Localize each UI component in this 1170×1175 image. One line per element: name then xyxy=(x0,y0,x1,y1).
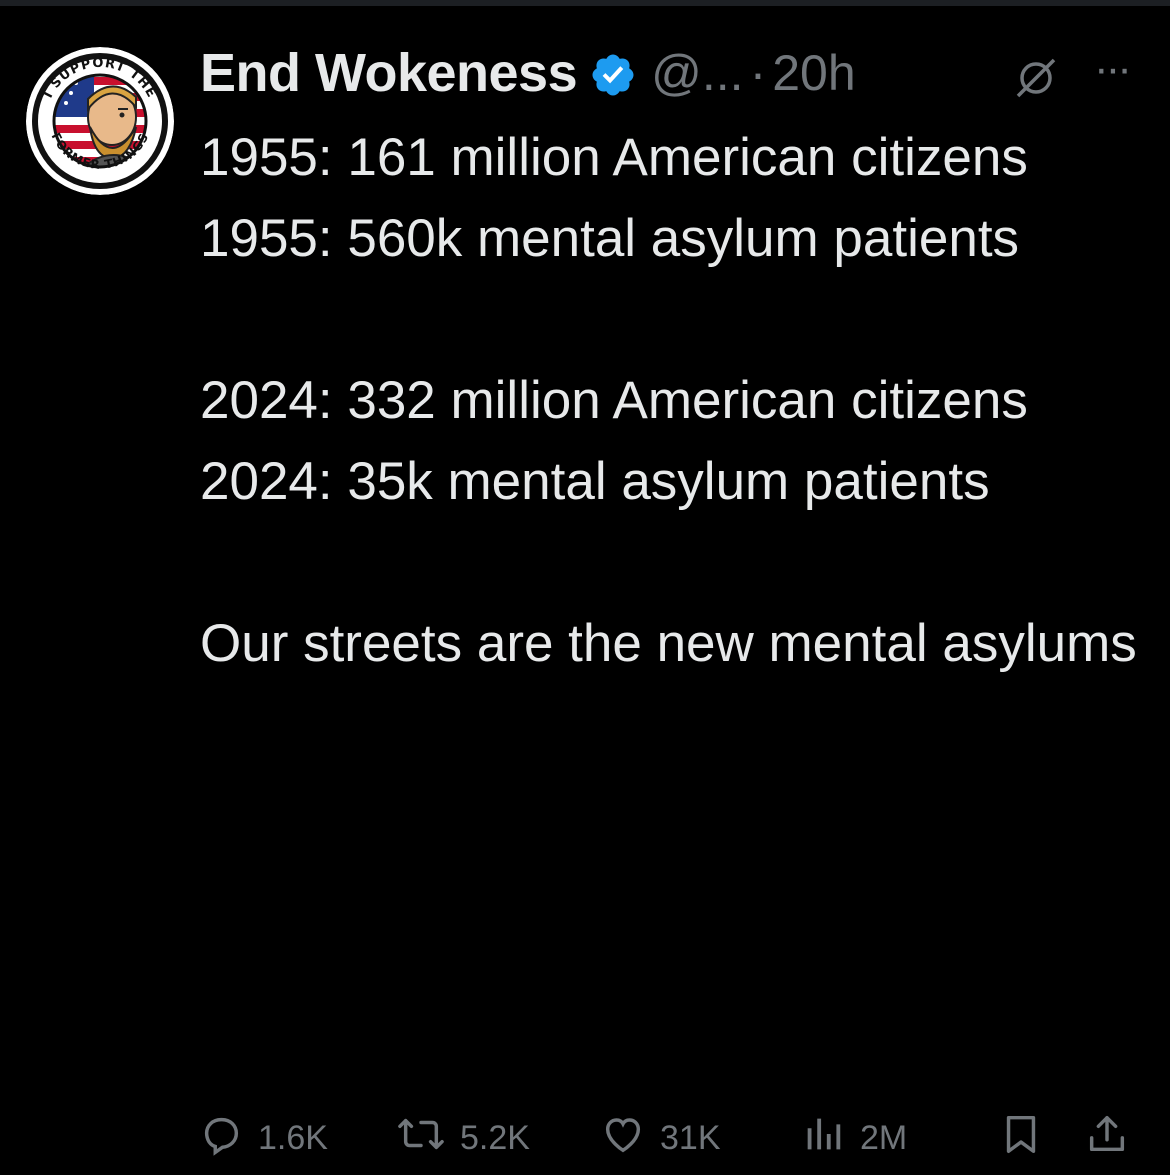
action-bar: 1.6K 5.2K 31K 2M xyxy=(198,1113,1148,1163)
grok-icon[interactable] xyxy=(1014,56,1058,100)
bookmark-icon xyxy=(998,1111,1058,1166)
like-button[interactable]: 31K xyxy=(600,1113,721,1163)
avatar[interactable]: I SUPPORT THE FORMER THINGS xyxy=(26,47,174,195)
reply-button[interactable]: 1.6K xyxy=(198,1113,328,1163)
top-divider xyxy=(0,0,1170,6)
views-icon xyxy=(800,1111,860,1166)
tweet-text: 1955: 161 million American citizens 1955… xyxy=(200,128,1137,673)
more-options-icon[interactable]: ··· xyxy=(1094,47,1132,91)
share-button[interactable] xyxy=(1084,1113,1144,1163)
separator-dot: · xyxy=(749,45,767,101)
retweet-count: 5.2K xyxy=(460,1118,530,1157)
reply-count: 1.6K xyxy=(258,1118,328,1157)
views-count: 2M xyxy=(860,1118,908,1157)
views-button[interactable]: 2M xyxy=(800,1113,907,1163)
verified-badge-icon[interactable] xyxy=(589,51,637,99)
bookmark-button[interactable] xyxy=(998,1113,1058,1163)
share-icon xyxy=(1084,1111,1144,1166)
heart-icon xyxy=(600,1111,660,1166)
display-name[interactable]: End Wokeness xyxy=(200,42,578,104)
timestamp[interactable]: 20h xyxy=(772,44,855,102)
tweet-header: End Wokeness @... · 20h xyxy=(200,38,1150,108)
retweet-icon xyxy=(396,1111,460,1166)
retweet-button[interactable]: 5.2K xyxy=(396,1113,530,1163)
user-handle[interactable]: @... xyxy=(651,44,743,102)
like-count: 31K xyxy=(660,1118,721,1157)
reply-icon xyxy=(198,1111,258,1166)
